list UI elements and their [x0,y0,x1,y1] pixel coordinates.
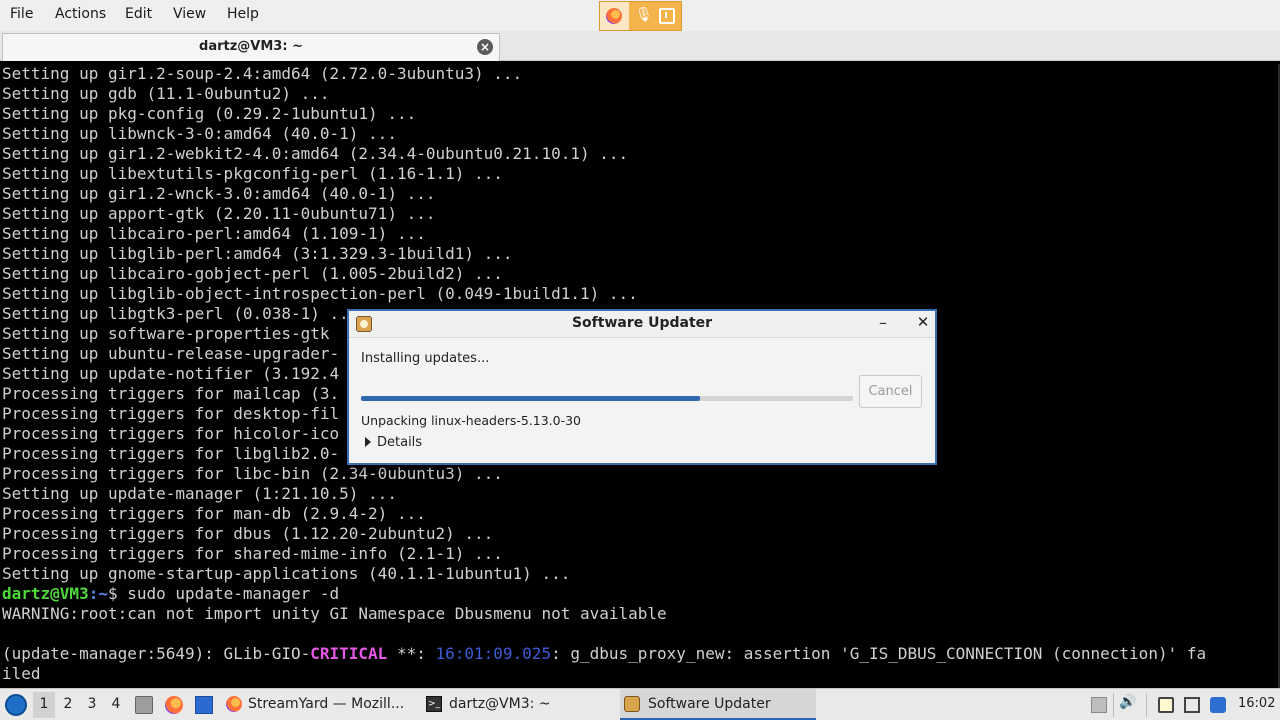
show-desktop-icon[interactable] [195,696,213,714]
critical-message: : g_dbus_proxy_new: assertion 'G_IS_DBUS… [551,644,1207,663]
close-icon[interactable]: ✕ [915,313,931,331]
terminal-line: Setting up gdb (11.1-0ubuntu2) ... [2,84,330,103]
critical-mid: **: [387,644,436,663]
dialog-titlebar[interactable]: Software Updater – ✕ [349,311,935,338]
menu-file[interactable]: File [10,6,33,22]
terminal-line: Setting up update-manager (1:21.10.5) ..… [2,484,397,503]
workspace-1[interactable]: 1 [33,692,55,718]
divider [1146,693,1147,717]
install-detail: Unpacking linux-headers-5.13.0-30 [361,413,582,428]
firefox-icon [226,696,242,712]
terminal-line: Setting up gir1.2-soup-2.4:amd64 (2.72.0… [2,64,523,83]
firefox-icon[interactable] [165,696,183,714]
minimize-icon[interactable]: – [875,313,891,332]
terminal-line: Processing triggers for hicolor-ico [2,424,340,443]
tab-title: dartz@VM3: ~ [199,39,303,54]
terminal-line: Setting up pkg-config (0.29.2-1ubuntu1) … [2,104,417,123]
details-expander[interactable]: Details [365,435,422,450]
terminal-line: Setting up libglib-object-introspection-… [2,284,638,303]
terminal-line: Processing triggers for mailcap (3. [2,384,340,403]
terminal-tab[interactable]: dartz@VM3: ~ × [2,33,500,61]
terminal-line: Setting up gnome-startup-applications (4… [2,564,571,583]
terminal-line: Setting up libwnck-3-0:amd64 (40.0-1) ..… [2,124,397,143]
task-software-updater[interactable]: Software Updater [620,689,816,720]
terminal-icon: >_ [426,696,442,712]
critical-timestamp: 16:01:09.025 [435,644,552,663]
prompt-symbol: $ [107,584,118,603]
menu-bar: File Actions Edit View Help 🎙 [0,0,1280,31]
prompt-path: :~ [88,584,108,603]
cancel-button[interactable]: Cancel [859,375,922,408]
start-menu-icon[interactable] [5,694,27,716]
menu-edit[interactable]: Edit [125,6,152,22]
menu-view[interactable]: View [173,6,206,22]
terminal-line: Setting up gir1.2-wnck-3.0:amd64 (40.0-1… [2,184,436,203]
terminal-critical-line: (update-manager:5649): GLib-GIO-CRITICAL… [2,644,1206,664]
terminal-line: Processing triggers for desktop-fil [2,404,340,423]
workspace-2[interactable]: 2 [57,696,79,712]
divider [1113,693,1114,717]
terminal-line: Setting up libgtk3-perl (0.038-1) ... [2,304,359,323]
firefox-icon [606,8,622,24]
software-updater-dialog: Software Updater – ✕ Installing updates.… [347,309,937,465]
critical-level: CRITICAL [310,644,388,663]
terminal-warning-line: WARNING:root:can not import unity GI Nam… [2,604,667,623]
task-streamyard[interactable]: StreamYard — Mozill... [222,689,414,720]
close-icon[interactable]: × [477,39,493,55]
taskbar: 1 2 3 4 StreamYard — Mozill... >_ dartz@… [0,688,1280,720]
volume-icon[interactable]: 🔊 [1119,694,1136,710]
workspace-3[interactable]: 3 [81,696,103,712]
terminal-line: Setting up update-notifier (3.192.4 [2,364,340,383]
terminal-line: Setting up libcairo-perl:amd64 (1.109-1)… [2,224,426,243]
install-status: Installing updates... [361,351,490,366]
menu-actions[interactable]: Actions [55,6,106,22]
progress-fill [361,396,701,401]
terminal-line: Setting up apport-gtk (2.20.11-0ubuntu71… [2,204,436,223]
clipboard-icon[interactable] [1158,697,1174,713]
terminal-line: Setting up ubuntu-release-upgrader- [2,344,340,363]
screen-share-indicator[interactable]: 🎙 [599,1,682,31]
terminal-line: Processing triggers for libc-bin (2.34-0… [2,464,503,483]
dialog-title: Software Updater [571,315,713,331]
terminal-critical-wrap: iled [2,664,41,683]
terminal-line: Setting up software-properties-gtk [2,324,330,343]
terminal-line: Processing triggers for libglib2.0- [2,444,340,463]
task-label: StreamYard — Mozill... [248,696,405,712]
task-label: Software Updater [648,696,771,712]
terminal-line: Processing triggers for dbus (1.12.20-2u… [2,524,494,543]
terminal-line: Setting up libextutils-pkgconfig-perl (1… [2,164,503,183]
clock[interactable]: 16:02 [1238,696,1275,711]
critical-prefix: (update-manager:5649): GLib-GIO- [2,644,311,663]
task-terminal[interactable]: >_ dartz@VM3: ~ [422,689,612,720]
terminal-line: Setting up gir1.2-webkit2-4.0:amd64 (2.3… [2,144,629,163]
update-notifier-icon[interactable] [1210,697,1226,713]
terminal-prompt-line: dartz@VM3:~$ sudo update-manager -d [2,584,339,604]
prompt-command: sudo update-manager -d [117,584,340,603]
terminal-line: Processing triggers for man-db (2.9.4-2)… [2,504,426,523]
software-updater-icon [624,696,640,712]
file-manager-icon[interactable] [135,696,153,714]
install-progress-bar [361,396,853,401]
menu-help[interactable]: Help [227,6,259,22]
microphone-icon: 🎙 [635,7,653,23]
tray-expand-icon[interactable] [1091,697,1107,713]
prompt-user: dartz@VM3 [2,584,89,603]
task-label: dartz@VM3: ~ [449,696,551,712]
workspace-4[interactable]: 4 [105,696,127,712]
network-icon[interactable] [1184,697,1200,713]
terminal-line: Setting up libcairo-gobject-perl (1.005-… [2,264,503,283]
terminal-tab-bar: dartz@VM3: ~ × [0,31,1280,61]
terminal-line: Setting up libglib-perl:amd64 (3:1.329.3… [2,244,513,263]
terminal-line: Processing triggers for shared-mime-info… [2,544,503,563]
expander-arrow-icon [365,437,371,447]
screen-share-icon [659,8,675,24]
details-label: Details [377,435,423,450]
